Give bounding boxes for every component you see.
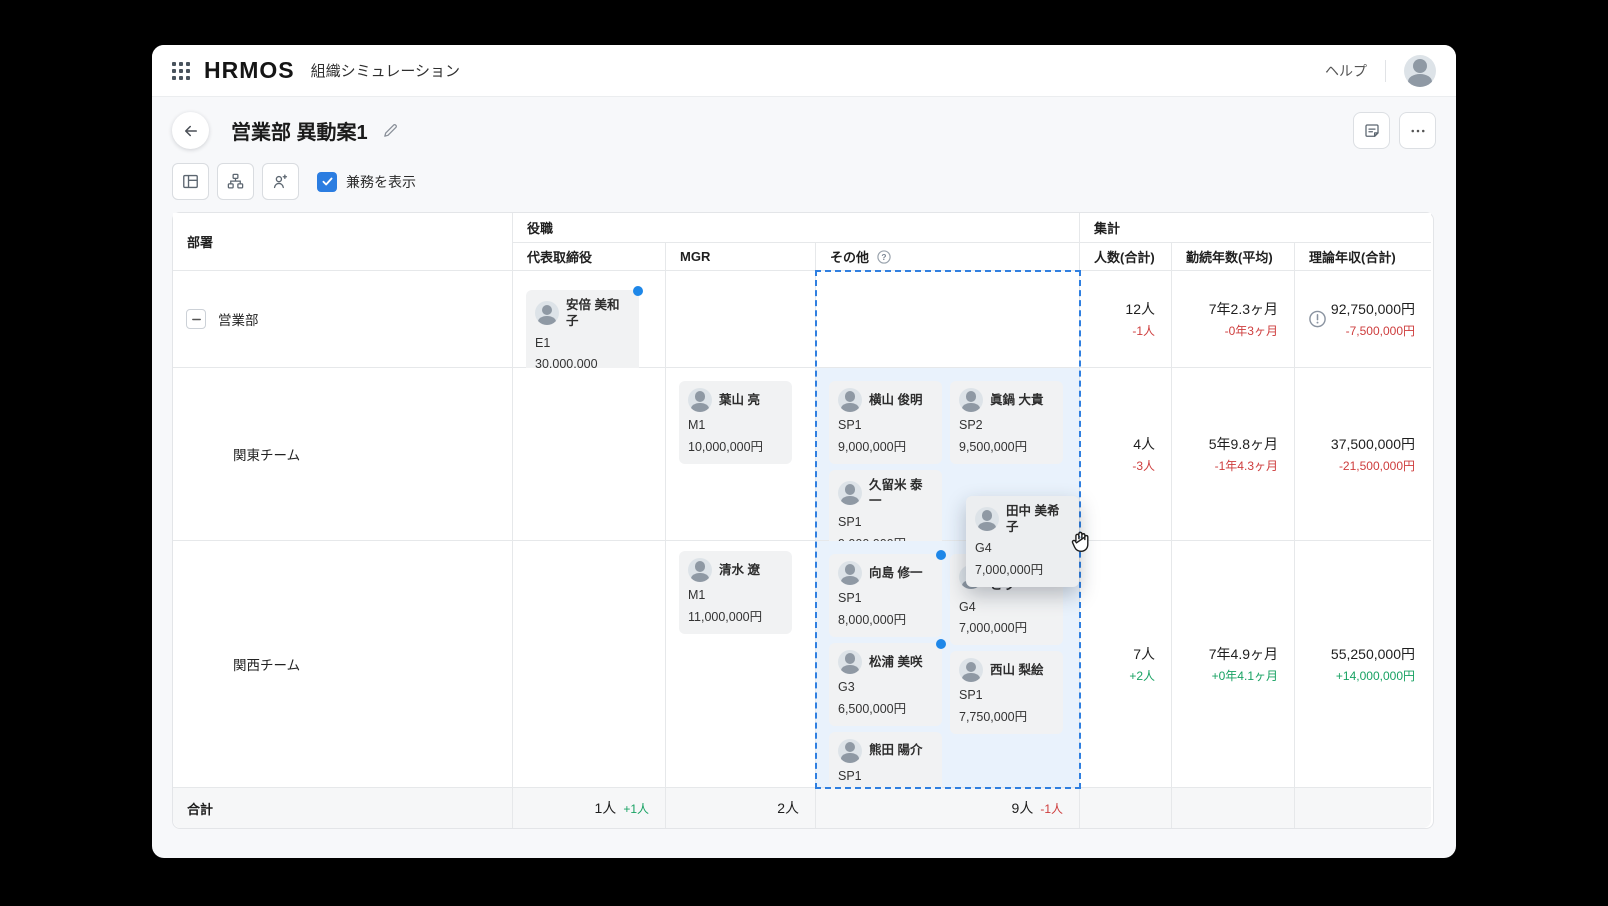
ceo-cell-sales: 安倍 美和子 E1 30,000,000	[513, 271, 666, 368]
footer-other-total: 9人-1人	[816, 788, 1080, 828]
brand-logo: HRMOS	[204, 57, 295, 84]
count-cell: 12人 -1人	[1080, 271, 1172, 368]
changed-indicator-dot	[936, 550, 946, 560]
col-header-dept: 部署	[173, 213, 513, 271]
arrow-left-icon	[182, 122, 200, 140]
checkbox-checked	[317, 172, 337, 192]
mgr-cell-kanto: 葉山 亮 M1 10,000,000円	[666, 368, 816, 541]
collapse-button[interactable]	[186, 309, 206, 329]
dept-label: 営業部	[218, 309, 259, 329]
footer-empty	[1080, 788, 1172, 828]
help-link[interactable]: ヘルプ	[1325, 61, 1367, 81]
avatar	[959, 388, 983, 412]
salary-cell: 37,500,000円 -21,500,000円	[1295, 368, 1431, 541]
user-avatar[interactable]	[1404, 55, 1436, 87]
employee-card[interactable]: 眞鍋 大貴 SP2 9,500,000円	[950, 381, 1063, 464]
count-cell: 7人 +2人	[1080, 541, 1172, 788]
note-icon	[1363, 122, 1381, 140]
employee-card[interactable]: 向島 修一 SP1 8,000,000円	[829, 554, 942, 637]
back-button[interactable]	[172, 112, 209, 149]
avatar	[688, 558, 712, 582]
svg-text:?: ?	[881, 251, 886, 261]
dept-row-kanto: 関東チーム	[173, 368, 513, 541]
table-layout-icon	[181, 172, 200, 191]
employee-card[interactable]: 横山 俊明 SP1 9,000,000円	[829, 381, 942, 464]
show-concurrent-checkbox[interactable]: 兼務を表示	[317, 172, 416, 192]
top-bar: HRMOS 組織シミュレーション ヘルプ	[152, 45, 1456, 97]
col-header-ceo: 代表取締役	[513, 243, 666, 271]
memo-button[interactable]	[1353, 112, 1390, 149]
pencil-icon	[382, 122, 399, 139]
app-window: HRMOS 組織シミュレーション ヘルプ 営業部 異動案1	[152, 45, 1456, 858]
employee-card[interactable]: 西山 梨絵 SP1 7,750,000円	[950, 651, 1063, 734]
footer-mgr-total: 2人	[666, 788, 816, 828]
view-toolbar: 兼務を表示	[172, 163, 1436, 200]
employee-card-dragging[interactable]: 田中 美希子 G4 7,000,000円	[966, 496, 1079, 587]
warning-icon[interactable]	[1308, 310, 1327, 329]
avatar	[959, 658, 983, 682]
employee-card[interactable]: 松浦 美咲 G3 6,500,000円	[829, 643, 942, 726]
employee-card[interactable]: 清水 遼 M1 11,000,000円	[679, 551, 792, 634]
avatar	[535, 301, 559, 325]
app-grid-icon[interactable]	[172, 62, 190, 80]
col-group-role: 役職	[513, 213, 1080, 243]
ceo-cell-kansai	[513, 541, 666, 788]
avatar	[838, 561, 862, 585]
person-plus-icon	[271, 172, 290, 191]
tenure-cell: 7年2.3ヶ月 -0年3ヶ月	[1172, 271, 1295, 368]
ceo-cell-kanto	[513, 368, 666, 541]
col-header-count: 人数(合計)	[1080, 243, 1172, 271]
avatar	[838, 739, 862, 763]
title-row: 営業部 異動案1	[172, 112, 1436, 149]
footer-empty	[1172, 788, 1295, 828]
col-header-mgr: MGR	[666, 243, 816, 271]
tenure-cell: 7年4.9ヶ月 +0年4.1ヶ月	[1172, 541, 1295, 788]
add-person-button[interactable]	[262, 163, 299, 200]
org-table: 部署 役職 集計 代表取締役 MGR その他 ? 人数(合計) 勤続年数(平均)…	[172, 212, 1434, 829]
changed-indicator-dot	[936, 639, 946, 649]
avatar	[838, 650, 862, 674]
avatar	[838, 481, 862, 505]
product-name: 組織シミュレーション	[311, 60, 460, 81]
grabbing-hand-cursor	[1067, 528, 1093, 554]
dept-row-kansai: 関西チーム	[173, 541, 513, 788]
dept-row-sales: 営業部	[173, 271, 513, 368]
avatar	[975, 507, 999, 531]
employee-card[interactable]: 葉山 亮 M1 10,000,000円	[679, 381, 792, 464]
salary-cell: 92,750,000円 -7,500,000円	[1295, 271, 1431, 368]
checkbox-label: 兼務を表示	[346, 172, 416, 192]
more-button[interactable]	[1399, 112, 1436, 149]
org-chart-view-button[interactable]	[217, 163, 254, 200]
changed-indicator-dot	[633, 286, 643, 296]
page-title: 営業部 異動案1	[231, 116, 368, 145]
count-cell: 4人 -3人	[1080, 368, 1172, 541]
ellipsis-icon	[1409, 122, 1427, 140]
footer-ceo-total: 1人+1人	[513, 788, 666, 828]
divider	[1385, 60, 1386, 82]
salary-cell: 55,250,000円 +14,000,000円	[1295, 541, 1431, 788]
edit-title-button[interactable]	[382, 122, 399, 139]
other-cell-sales	[816, 271, 1080, 368]
footer-total-label: 合計	[173, 788, 513, 828]
table-view-button[interactable]	[172, 163, 209, 200]
mgr-cell-kansai: 清水 遼 M1 11,000,000円	[666, 541, 816, 788]
col-header-tenure: 勤続年数(平均)	[1172, 243, 1295, 271]
other-cell-kanto: 横山 俊明 SP1 9,000,000円 久留米 泰一 SP1 9,000,00…	[816, 368, 1080, 541]
footer-empty	[1295, 788, 1431, 828]
tenure-cell: 5年9.8ヶ月 -1年4.3ヶ月	[1172, 368, 1295, 541]
col-header-other: その他 ?	[816, 243, 1080, 271]
avatar	[838, 388, 862, 412]
mgr-cell-sales	[666, 271, 816, 368]
help-circle-icon[interactable]: ?	[876, 249, 892, 265]
avatar	[688, 388, 712, 412]
col-header-salary: 理論年収(合計)	[1295, 243, 1431, 271]
col-group-summary: 集計	[1080, 213, 1431, 243]
org-chart-icon	[226, 172, 245, 191]
